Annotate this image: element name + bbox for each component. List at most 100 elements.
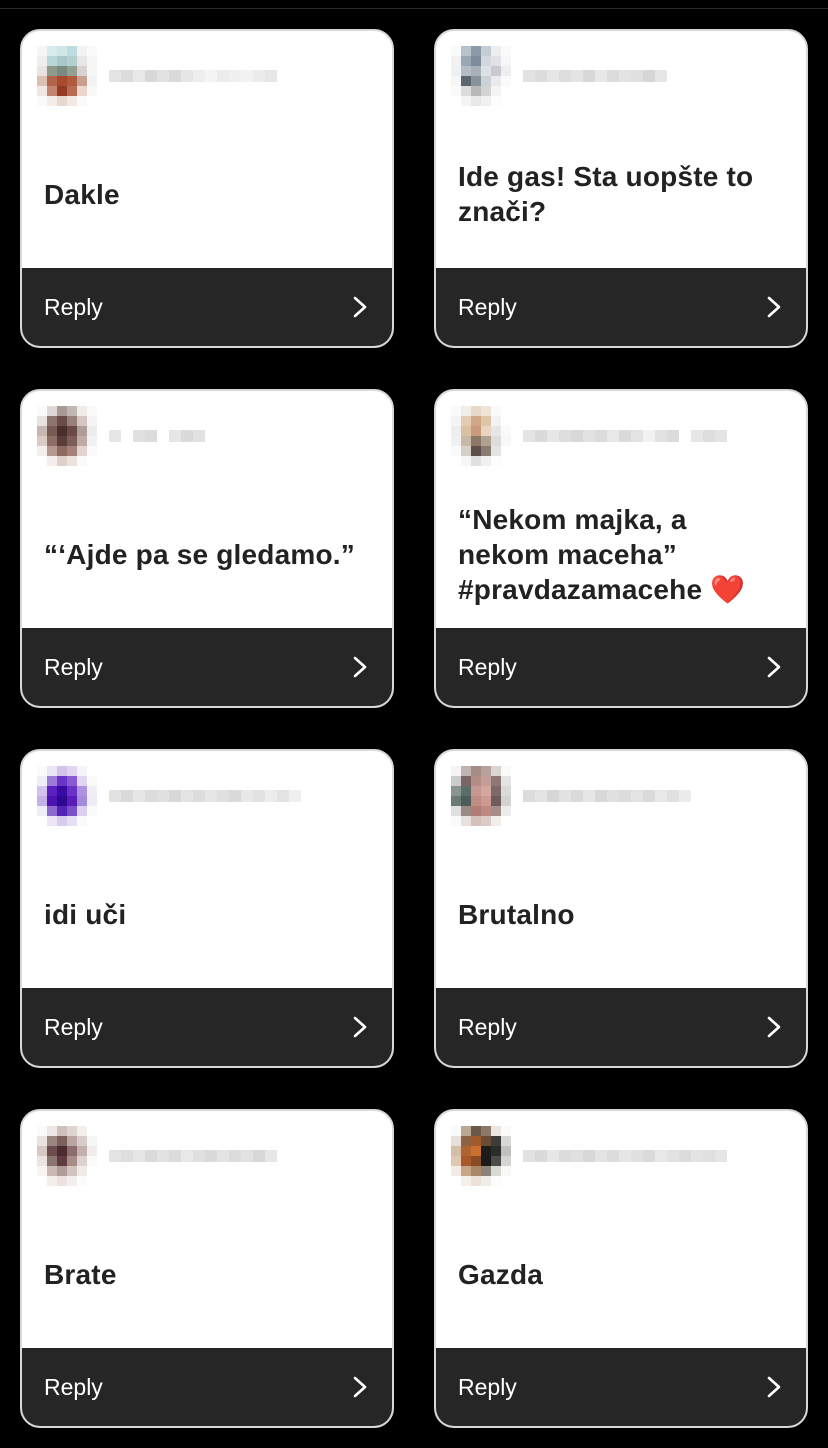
avatar[interactable] <box>451 46 511 106</box>
avatar-pixel <box>47 1146 57 1156</box>
avatar-pixel <box>481 46 491 56</box>
avatar-pixel <box>461 96 471 106</box>
username-blurred[interactable] <box>109 1150 277 1162</box>
username-blurred[interactable] <box>109 430 205 442</box>
username-pixel <box>655 70 667 82</box>
username-pixel <box>655 430 667 442</box>
username-blurred[interactable] <box>109 70 277 82</box>
avatar-pixel <box>77 1176 87 1186</box>
username-blurred[interactable] <box>109 790 301 802</box>
avatar-pixel <box>481 426 491 436</box>
username-blurred[interactable] <box>523 70 667 82</box>
avatar-pixel <box>461 786 471 796</box>
avatar-pixel <box>47 446 57 456</box>
avatar-pixel <box>481 816 491 826</box>
username-pixel <box>193 430 205 442</box>
avatar-pixel <box>67 436 77 446</box>
avatar-pixel <box>67 816 77 826</box>
avatar-pixel <box>491 416 501 426</box>
avatar[interactable] <box>451 406 511 466</box>
reply-button[interactable]: Reply <box>436 1348 806 1426</box>
avatar[interactable] <box>37 406 97 466</box>
avatar-pixel <box>481 86 491 96</box>
reply-button[interactable]: Reply <box>22 628 392 706</box>
avatar-pixel <box>77 1126 87 1136</box>
avatar-pixel <box>67 76 77 86</box>
avatar-pixel <box>461 56 471 66</box>
reply-button[interactable]: Reply <box>436 268 806 346</box>
avatar-pixel <box>67 406 77 416</box>
comment-card: “‘Ajde pa se gledamo.” Reply <box>20 389 394 708</box>
avatar-pixel <box>501 456 511 466</box>
reply-button[interactable]: Reply <box>22 268 392 346</box>
avatar[interactable] <box>451 1126 511 1186</box>
username-pixel <box>217 790 229 802</box>
avatar-pixel <box>471 776 481 786</box>
username-pixel <box>169 1150 181 1162</box>
avatar-pixel <box>501 86 511 96</box>
avatar-pixel <box>451 1126 461 1136</box>
avatar-pixel <box>491 86 501 96</box>
username-pixel <box>619 1150 631 1162</box>
username-blurred[interactable] <box>523 790 691 802</box>
avatar-pixel <box>501 436 511 446</box>
avatar-pixel <box>47 406 57 416</box>
avatar-pixel <box>57 436 67 446</box>
avatar-pixel <box>57 416 67 426</box>
username-pixel <box>607 1150 619 1162</box>
avatar-pixel <box>501 446 511 456</box>
reply-button[interactable]: Reply <box>22 988 392 1066</box>
username-pixel <box>169 790 181 802</box>
avatar-pixel <box>451 1166 461 1176</box>
avatar-pixel <box>461 406 471 416</box>
avatar[interactable] <box>37 1126 97 1186</box>
avatar-pixel <box>501 426 511 436</box>
avatar-pixel <box>77 96 87 106</box>
avatar-pixel <box>67 1166 77 1176</box>
username-pixel <box>679 430 691 442</box>
comment-text: “Nekom majka, a nekom maceha” #pravdazam… <box>458 503 746 605</box>
avatar-pixel <box>491 426 501 436</box>
avatar-pixel <box>47 436 57 446</box>
avatar-pixel <box>47 1166 57 1176</box>
avatar[interactable] <box>451 766 511 826</box>
username-pixel <box>121 430 133 442</box>
username-pixel <box>229 70 241 82</box>
comment-text: Ide gas! Sta uopšte to znači? <box>458 161 754 227</box>
reply-button[interactable]: Reply <box>436 988 806 1066</box>
avatar-pixel <box>77 56 87 66</box>
avatar-pixel <box>501 786 511 796</box>
avatar-pixel <box>47 776 57 786</box>
username-pixel <box>265 790 277 802</box>
avatar-pixel <box>481 446 491 456</box>
avatar-pixel <box>491 446 501 456</box>
avatar-pixel <box>87 406 97 416</box>
avatar-pixel <box>57 766 67 776</box>
avatar-pixel <box>77 1156 87 1166</box>
avatar-pixel <box>67 1176 77 1186</box>
username-pixel <box>265 70 277 82</box>
chevron-right-icon <box>353 1376 367 1398</box>
avatar-pixel <box>471 56 481 66</box>
avatar-pixel <box>481 796 491 806</box>
avatar-pixel <box>491 776 501 786</box>
card-header <box>451 1126 791 1186</box>
avatar[interactable] <box>37 46 97 106</box>
avatar-pixel <box>451 806 461 816</box>
avatar[interactable] <box>37 766 97 826</box>
avatar-pixel <box>37 1156 47 1166</box>
username-pixel <box>535 430 547 442</box>
username-blurred[interactable] <box>523 1150 727 1162</box>
username-pixel <box>193 790 205 802</box>
reply-button[interactable]: Reply <box>436 628 806 706</box>
avatar-pixel <box>87 796 97 806</box>
avatar-pixel <box>87 816 97 826</box>
username-blurred[interactable] <box>523 430 727 442</box>
avatar-pixel <box>451 416 461 426</box>
reply-button[interactable]: Reply <box>22 1348 392 1426</box>
chevron-right-icon <box>353 1016 367 1038</box>
avatar-pixel <box>471 1176 481 1186</box>
avatar-pixel <box>501 1126 511 1136</box>
avatar-pixel <box>37 776 47 786</box>
avatar-pixel <box>37 1176 47 1186</box>
